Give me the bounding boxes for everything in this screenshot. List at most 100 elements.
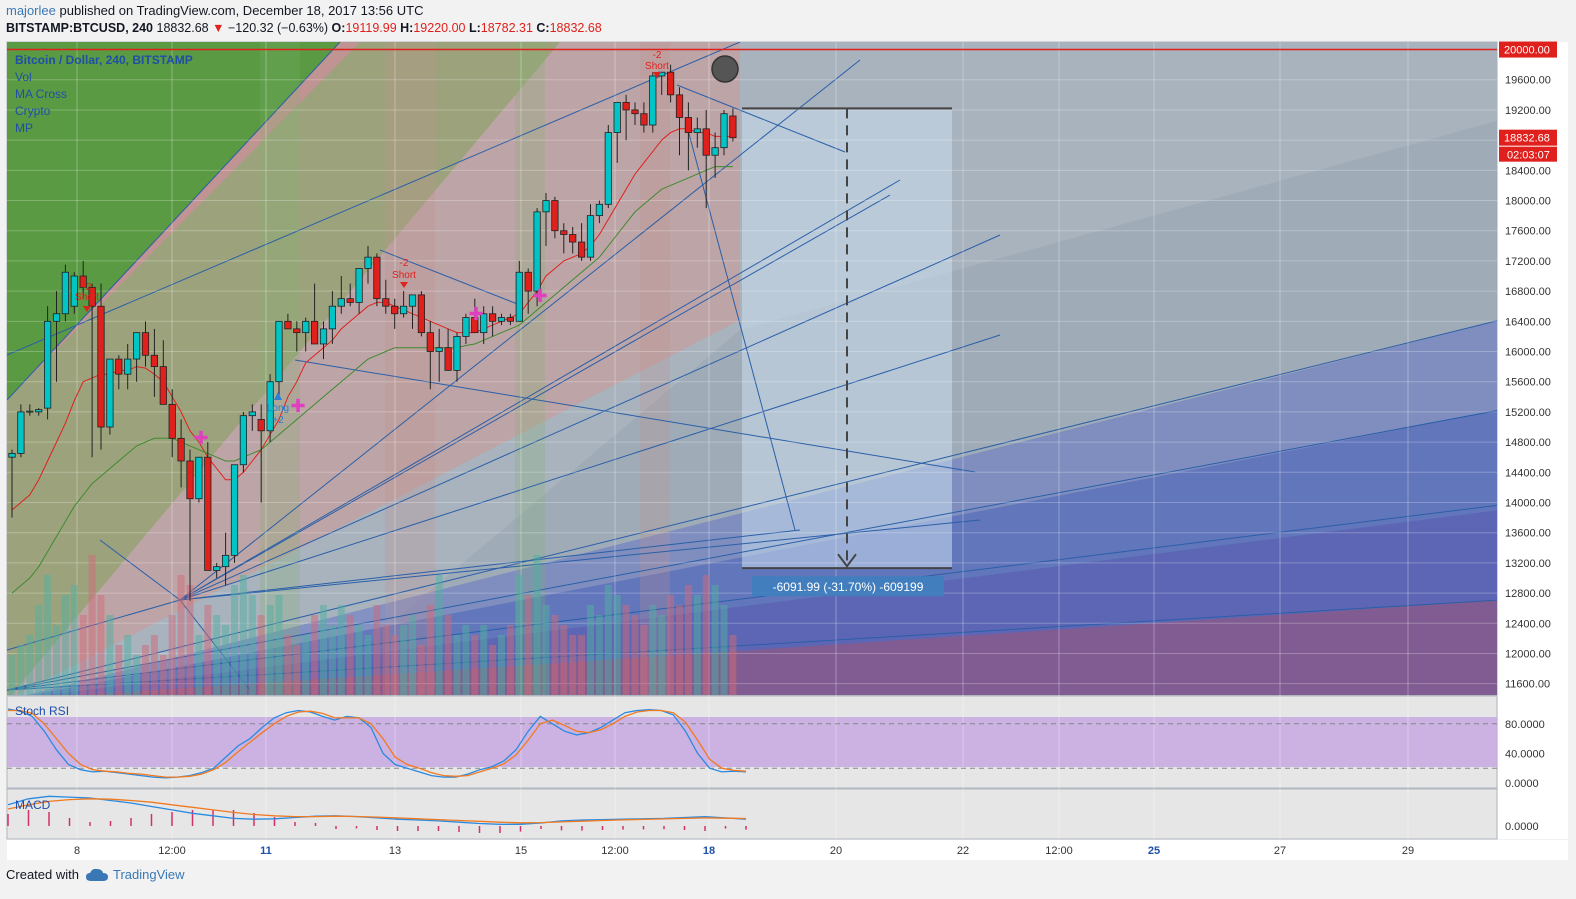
volume-bar xyxy=(400,625,408,695)
candle-body xyxy=(684,117,693,133)
candle-body xyxy=(373,256,381,300)
countdown-label: 02:03:07 xyxy=(1507,150,1550,162)
volume-bar xyxy=(702,575,710,695)
cloud-icon xyxy=(85,868,108,881)
volume-bar xyxy=(435,575,443,695)
volume-bar xyxy=(426,605,434,695)
time-tick-label: 8 xyxy=(74,845,80,857)
measure-label: -6091.99 (-31.70%) -609199 xyxy=(773,580,924,594)
candle-body xyxy=(604,132,612,205)
price-tick-label: 17200.00 xyxy=(1505,256,1551,268)
candle-body xyxy=(631,109,639,115)
volume-bar xyxy=(684,585,692,695)
candle-body xyxy=(337,298,345,307)
candle-body xyxy=(578,241,586,258)
volume-bar xyxy=(177,575,185,695)
volume-bar xyxy=(480,625,488,695)
legend-ma-cross[interactable]: MA Cross xyxy=(15,86,193,103)
volume-bar xyxy=(8,655,16,695)
candle-body xyxy=(17,411,25,454)
volume-bar xyxy=(293,645,301,695)
price-tick-label: 14800.00 xyxy=(1505,437,1551,449)
legend-series[interactable]: Bitcoin / Dollar, 240, BITSTAMP xyxy=(15,52,193,69)
candle-body xyxy=(515,271,523,322)
volume-bar xyxy=(533,555,541,695)
alert-price-label: 20000.00 xyxy=(1504,45,1550,57)
time-axis[interactable]: 8 12:00 11 13 15 12:00 18 20 22 12:00 25 27 29 xyxy=(7,840,1568,860)
legend-mp[interactable]: MP xyxy=(15,120,193,137)
signal-label: +2 xyxy=(272,415,284,426)
candle-body xyxy=(595,203,604,217)
macd-label[interactable]: MACD xyxy=(15,798,50,812)
symbol-label: BITSTAMP:BTCUSD, 240 xyxy=(6,21,154,35)
cross-marker-icon: ✚ xyxy=(290,396,305,417)
price-tick-label: 14000.00 xyxy=(1505,497,1551,509)
volume-bar xyxy=(61,595,69,695)
time-tick-label: 25 xyxy=(1148,845,1160,857)
candle-body xyxy=(204,456,212,571)
volume-bar xyxy=(622,605,630,695)
candle-body xyxy=(221,554,230,568)
chart-canvas: -6091.99 (-31.70%) -609199 -2Short-2Shor… xyxy=(6,41,1568,860)
volume-bar xyxy=(409,615,416,695)
candle-body xyxy=(141,332,150,356)
last-price-label: 18832.68 xyxy=(1504,133,1550,145)
volume-bar xyxy=(231,585,238,695)
candle-body xyxy=(319,328,328,345)
candle-body xyxy=(44,320,52,409)
candle-body xyxy=(310,320,319,345)
author-link[interactable]: majorlee xyxy=(6,3,56,18)
candle-body xyxy=(275,320,283,383)
volume-bar xyxy=(142,645,149,695)
volume-bar xyxy=(676,605,683,695)
volume-bar xyxy=(631,615,639,695)
time-tick-label: 12:00 xyxy=(1045,845,1073,857)
stoch-rsi-label[interactable]: Stoch RSI xyxy=(15,704,69,718)
signal-label: -2 xyxy=(400,258,409,269)
volume-bar xyxy=(640,625,648,695)
indicator-legend: Bitcoin / Dollar, 240, BITSTAMP Vol MA C… xyxy=(15,52,193,137)
volume-bar xyxy=(364,635,372,695)
close-value: 18832.68 xyxy=(549,21,602,35)
rsi-band xyxy=(7,717,1497,767)
volume-bar xyxy=(667,595,675,695)
candle-body xyxy=(399,305,408,315)
candle-body xyxy=(586,215,595,258)
volume-bar xyxy=(222,625,230,695)
candle-body xyxy=(132,332,141,360)
candle-body xyxy=(640,113,648,126)
rsi-tick-label: 0.0000 xyxy=(1505,778,1539,790)
candle-body xyxy=(453,336,461,371)
volume-bar xyxy=(346,615,354,695)
candle-body xyxy=(435,347,443,352)
volume-bar xyxy=(444,615,452,695)
high-value: 19220.00 xyxy=(413,21,466,35)
legend-crypto[interactable]: Crypto xyxy=(15,103,193,120)
candle-body xyxy=(444,347,452,371)
signal-label: Short xyxy=(392,270,416,281)
volume-bar xyxy=(88,555,96,695)
volume-bar xyxy=(524,595,532,695)
volume-bar xyxy=(693,595,701,695)
candle-body xyxy=(177,437,185,462)
macd-pane[interactable] xyxy=(6,788,1498,840)
price-tick-label: 18000.00 xyxy=(1505,196,1551,208)
candle-body xyxy=(720,113,728,149)
volume-bar xyxy=(257,615,265,695)
volume-bar xyxy=(239,575,247,695)
price-tick-label: 13600.00 xyxy=(1505,528,1551,540)
price-axis[interactable]: 19600.00 19200.00 18400.00 18000.00 17600.00… xyxy=(1498,41,1568,839)
price-tick-label: 13200.00 xyxy=(1505,558,1551,570)
tradingview-link[interactable]: TradingView xyxy=(85,867,185,882)
candle-body xyxy=(426,332,434,352)
price-tick-label: 15200.00 xyxy=(1505,407,1551,419)
down-arrow-icon: ▼ xyxy=(212,21,225,35)
volume-bar xyxy=(578,635,586,695)
drawing-handle[interactable] xyxy=(711,55,739,83)
candle-body xyxy=(115,358,123,375)
price-tick-label: 15600.00 xyxy=(1505,377,1551,389)
price-tick-label: 12800.00 xyxy=(1505,588,1551,600)
time-tick-label: 11 xyxy=(260,845,272,857)
volume-bar xyxy=(124,635,132,695)
legend-volume[interactable]: Vol xyxy=(15,69,193,86)
